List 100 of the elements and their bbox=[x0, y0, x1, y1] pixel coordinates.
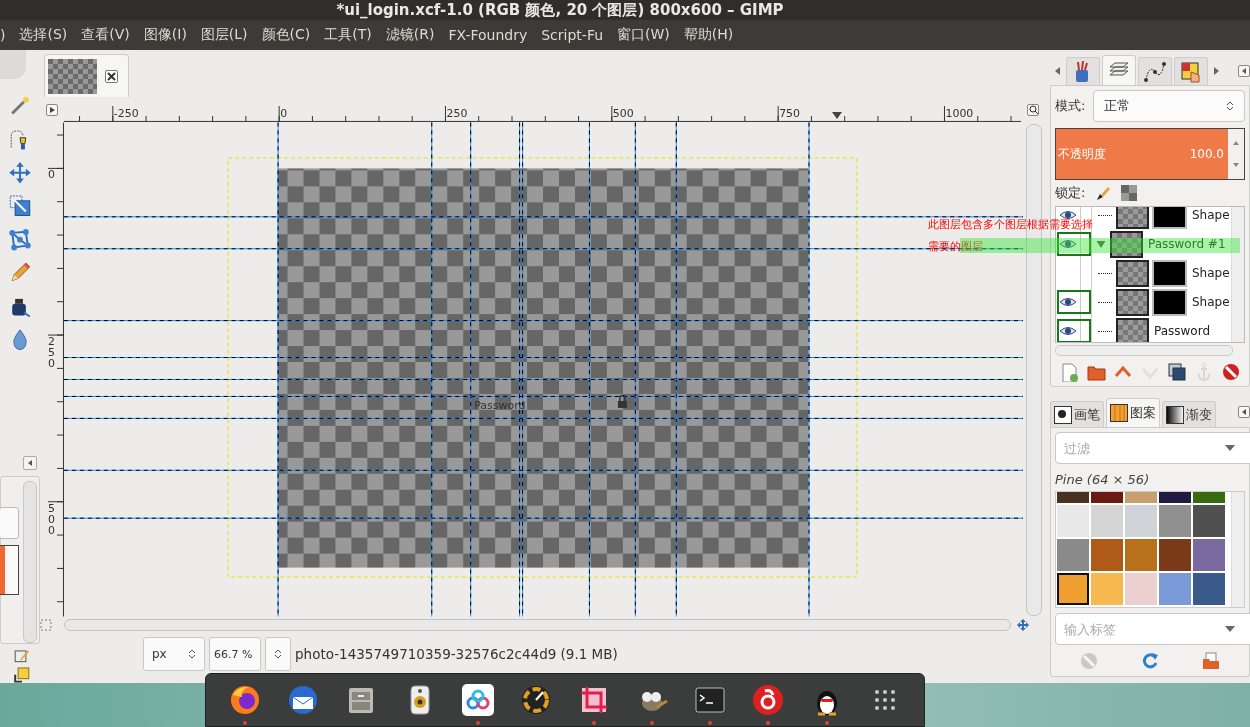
spinner-arrows-icon bbox=[274, 648, 282, 660]
brushes-tab[interactable]: 画笔 bbox=[1050, 401, 1104, 427]
checkerboard-icon[interactable] bbox=[1121, 185, 1138, 201]
search-icon bbox=[1028, 105, 1038, 114]
ruler-label: 1000 bbox=[945, 106, 974, 120]
pattern-swatch[interactable] bbox=[1091, 573, 1123, 605]
node-cage-icon[interactable] bbox=[8, 227, 32, 252]
open-folder-icon[interactable] bbox=[1200, 651, 1221, 671]
layer-name[interactable]: Shape bbox=[1192, 266, 1230, 281]
layer-thumbnail bbox=[1116, 259, 1149, 287]
menu-item[interactable]: 选择(S) bbox=[12, 26, 75, 44]
pattern-swatch[interactable] bbox=[1125, 505, 1157, 537]
close-icon bbox=[107, 71, 116, 81]
layer-thumbnail bbox=[1116, 288, 1149, 316]
spin-buttons[interactable] bbox=[1228, 129, 1244, 180]
pattern-swatch[interactable] bbox=[1159, 539, 1191, 571]
left-arrow-icon bbox=[1240, 67, 1248, 75]
menu-item[interactable]: 窗口(W) bbox=[610, 26, 677, 44]
unit-dropdown[interactable]: px bbox=[143, 637, 205, 671]
brushes-tab[interactable] bbox=[1066, 57, 1100, 85]
move-arrows-icon[interactable] bbox=[8, 161, 32, 185]
menu-item[interactable]: FX-Foundry bbox=[441, 27, 535, 43]
edit-icon[interactable] bbox=[14, 647, 30, 664]
patterns-tab[interactable]: 图案 bbox=[1106, 398, 1160, 427]
scrollbar[interactable] bbox=[23, 481, 37, 644]
horizontal-scrollbar[interactable] bbox=[1055, 345, 1233, 356]
collapse-button[interactable] bbox=[23, 456, 37, 471]
layer-thumbnail bbox=[1116, 206, 1149, 229]
play-arrow-icon bbox=[47, 105, 56, 114]
dock-menu-button[interactable] bbox=[1238, 65, 1250, 77]
menu-item[interactable]: 查看(V) bbox=[74, 26, 137, 44]
dropdown-arrow-icon[interactable] bbox=[1225, 625, 1235, 633]
layers-tab[interactable] bbox=[1102, 55, 1136, 85]
menu-item[interactable]: 帮助(H) bbox=[676, 26, 741, 44]
image-thumbnail bbox=[48, 58, 97, 94]
music-icon[interactable] bbox=[751, 683, 786, 717]
colormap-tab[interactable] bbox=[1174, 57, 1208, 85]
layer-name[interactable]: Password #1 bbox=[1148, 237, 1226, 252]
pattern-swatch[interactable] bbox=[1091, 539, 1123, 571]
cloud-icon[interactable] bbox=[460, 683, 495, 717]
zoom-field[interactable]: 66.7 % bbox=[209, 637, 261, 671]
window-title: *ui_login.xcf-1.0 (RGB 颜色, 20 个图层) 800x600 – GIMP bbox=[336, 0, 784, 20]
ruler-label: 750 bbox=[779, 106, 800, 120]
pattern-swatch[interactable] bbox=[1057, 573, 1089, 605]
ruler-label: 0 bbox=[48, 168, 55, 182]
new-layer-icon[interactable] bbox=[1059, 362, 1079, 382]
spinner-arrows-icon bbox=[1226, 100, 1234, 112]
vertical-scrollbar[interactable] bbox=[1231, 492, 1244, 607]
layer-name[interactable]: Shape bbox=[1192, 208, 1230, 223]
pattern-swatch[interactable] bbox=[1193, 539, 1225, 571]
pattern-swatch[interactable] bbox=[1057, 505, 1089, 537]
position-marker-icon bbox=[832, 112, 842, 120]
zoom-button[interactable] bbox=[1027, 103, 1040, 116]
filter-field[interactable]: 过滤 bbox=[1055, 432, 1250, 464]
ruler-label: 500 bbox=[48, 501, 55, 537]
navigate-icon[interactable] bbox=[1017, 619, 1029, 631]
color-field[interactable] bbox=[0, 545, 19, 596]
left-arrow-icon bbox=[1240, 408, 1248, 416]
ruler-label: 0 bbox=[280, 106, 287, 120]
layer-name[interactable]: Shape bbox=[1192, 295, 1230, 310]
image-tab[interactable] bbox=[44, 54, 129, 97]
menu-item[interactable]: 滤镜(R) bbox=[378, 26, 442, 44]
status-text: photo-1435749710359-32576c2c44d9 (9.1 MB) bbox=[295, 645, 618, 664]
dropdown-arrow-icon[interactable] bbox=[1225, 444, 1235, 452]
expander-icon[interactable] bbox=[1096, 239, 1106, 249]
lock-label: 锁定: bbox=[1055, 184, 1086, 202]
menu-item[interactable]: 颜色(C) bbox=[254, 26, 318, 44]
pattern-swatch[interactable] bbox=[1159, 505, 1191, 537]
menu-item[interactable]: 图像(I) bbox=[136, 26, 194, 44]
close-button[interactable] bbox=[105, 69, 118, 83]
pattern-swatch[interactable] bbox=[1125, 573, 1157, 605]
scale-icon[interactable] bbox=[8, 194, 32, 218]
vertical-scrollbar[interactable] bbox=[1231, 206, 1244, 343]
paths-icon bbox=[1143, 59, 1167, 84]
menu-item[interactable]: Script-Fu bbox=[534, 27, 611, 43]
tag-field[interactable]: 输入标签 bbox=[1055, 613, 1250, 645]
refresh-icon[interactable] bbox=[1140, 651, 1160, 671]
paths-tab[interactable] bbox=[1138, 57, 1172, 85]
gradients-tab[interactable]: 渐变 bbox=[1162, 401, 1216, 427]
menu-item[interactable]: ) bbox=[0, 27, 13, 43]
pattern-swatch[interactable] bbox=[1091, 505, 1123, 537]
menu-item[interactable]: 工具(T) bbox=[317, 26, 379, 44]
slider-label: 不透明度 bbox=[1058, 146, 1106, 163]
layer-name[interactable]: Password bbox=[1154, 324, 1211, 339]
duplicate-icon[interactable] bbox=[1167, 362, 1187, 382]
delete-icon[interactable] bbox=[1221, 362, 1241, 382]
pattern-swatch[interactable] bbox=[1193, 573, 1225, 605]
reset-icon[interactable] bbox=[14, 667, 30, 683]
pattern-swatch[interactable] bbox=[1125, 539, 1157, 571]
dock-menu-button[interactable] bbox=[1238, 406, 1250, 418]
pattern-swatch[interactable] bbox=[1057, 539, 1089, 571]
menu-button[interactable] bbox=[45, 103, 58, 116]
paintbrush-icon[interactable] bbox=[1095, 185, 1112, 201]
mode-dropdown[interactable]: 正常 bbox=[1093, 90, 1245, 122]
menu-item[interactable]: 图层(L) bbox=[193, 26, 255, 44]
patterns-icon bbox=[1110, 404, 1128, 422]
pattern-swatch[interactable] bbox=[1159, 573, 1191, 605]
horizontal-scrollbar[interactable] bbox=[64, 619, 1011, 631]
spin-field[interactable] bbox=[0, 507, 19, 540]
pattern-swatch[interactable] bbox=[1193, 505, 1225, 537]
